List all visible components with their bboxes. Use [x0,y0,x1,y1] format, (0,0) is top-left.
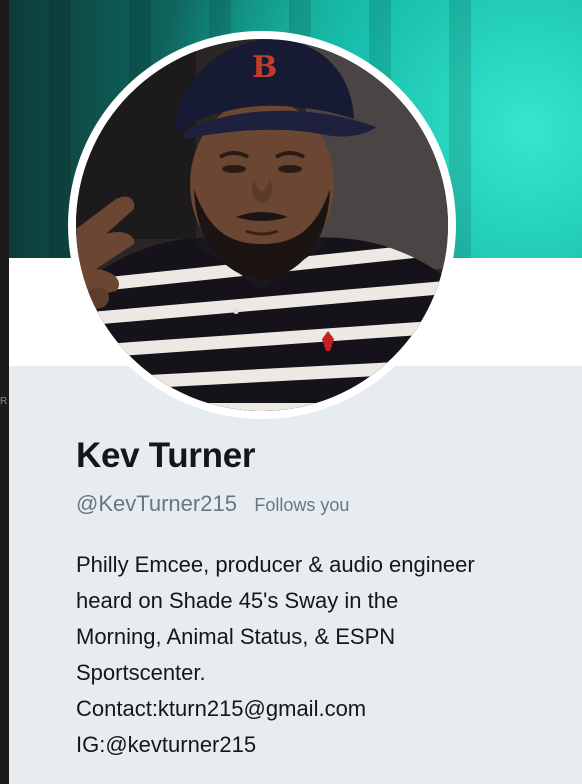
avatar-photo: B [76,39,448,411]
profile-display-name: Kev Turner [76,436,256,475]
follows-you-badge: Follows you [254,495,350,515]
bio-line: Philly Emcee, producer & audio engineer [76,552,475,577]
bio-line: heard on Shade 45's Sway in the [76,588,399,613]
left-window-edge: R [0,0,9,784]
cap-logo: B [252,50,277,85]
profile-handle[interactable]: @KevTurner215 [76,491,237,516]
profile-bio: Philly Emcee, producer & audio engineer … [76,547,566,763]
edge-fragment-text: R [0,396,8,407]
bio-line: Sportscenter. [76,660,206,685]
handle-row: @KevTurner215 Follows you [76,491,349,517]
avatar[interactable]: B [68,31,456,419]
bio-instagram-handle[interactable]: IG:@kevturner215 [76,727,566,763]
bio-contact-email[interactable]: Contact:kturn215@gmail.com [76,691,566,727]
bio-line: Morning, Animal Status, & ESPN [76,624,396,649]
